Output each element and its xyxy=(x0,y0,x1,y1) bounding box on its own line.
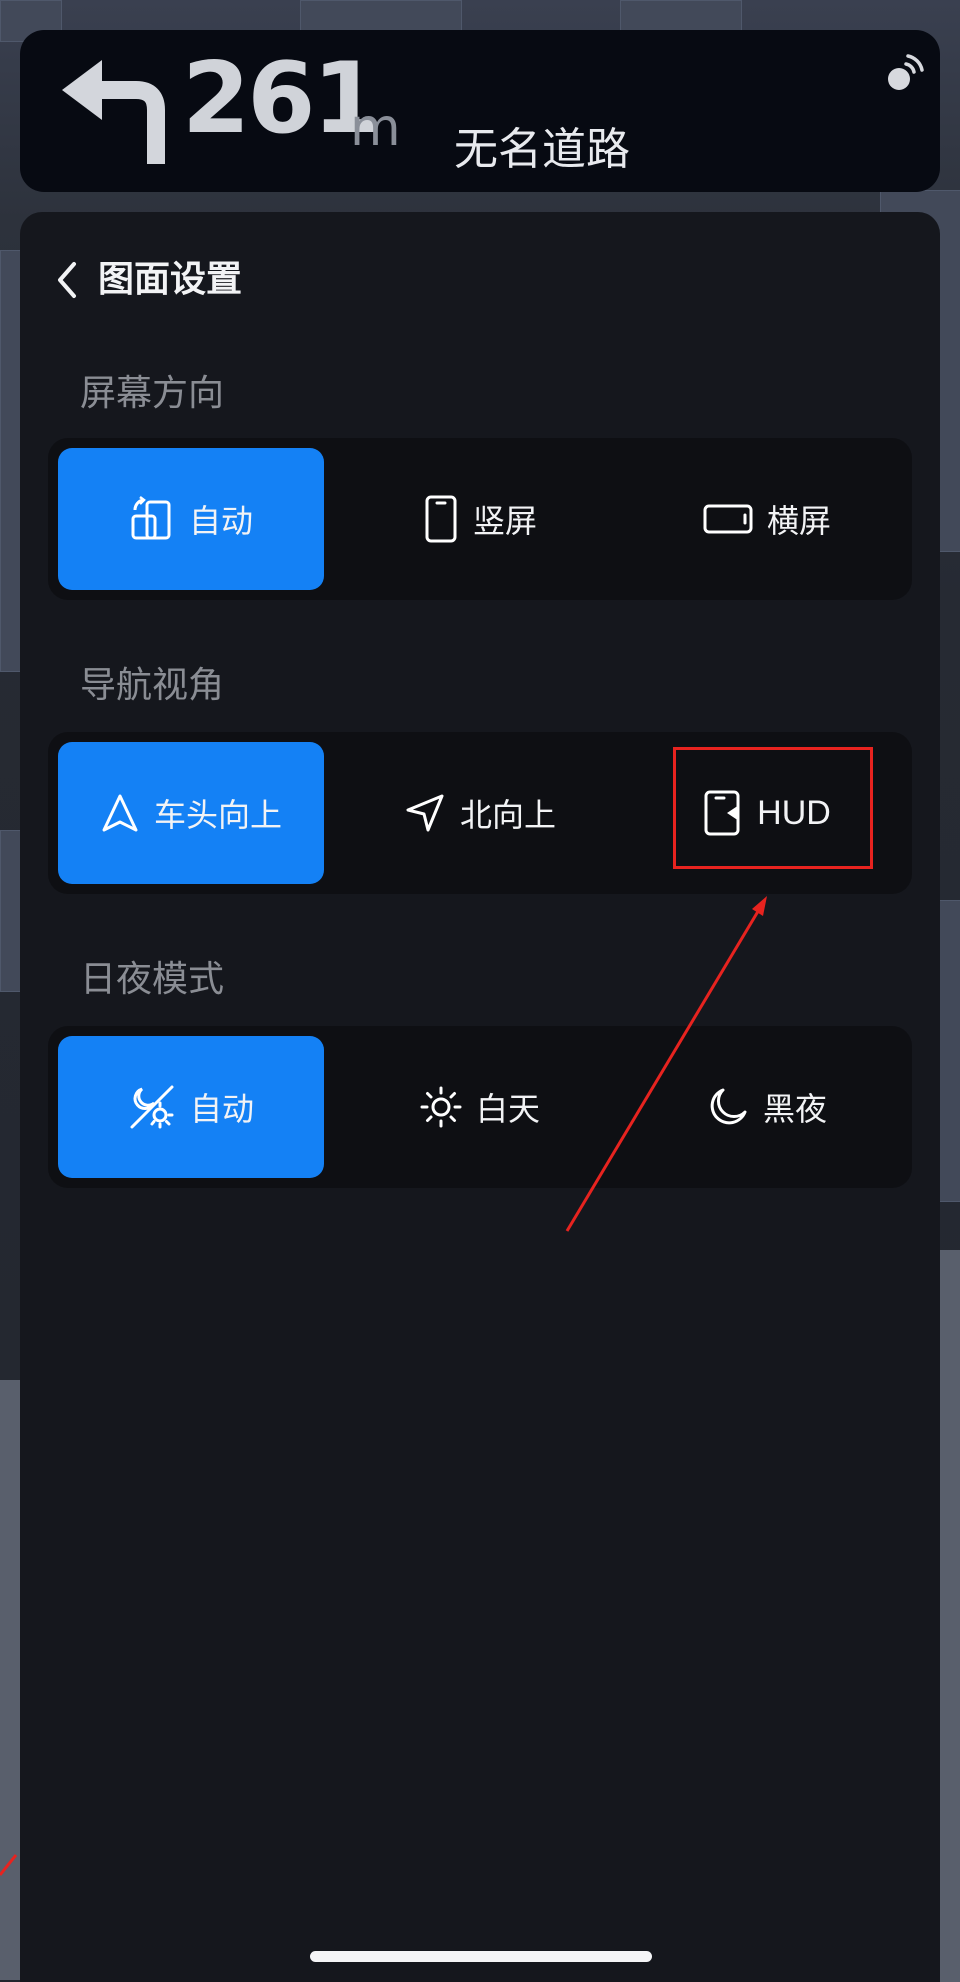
north-up-arrow-icon xyxy=(406,794,444,832)
theme-option-day-label: 白天 xyxy=(475,1090,540,1128)
orientation-option-portrait-label: 竖屏 xyxy=(472,502,537,540)
view-option-north-up[interactable]: 北向上 xyxy=(347,742,613,884)
view-option-hud[interactable]: HUD xyxy=(634,742,900,884)
theme-option-auto-label: 自动 xyxy=(189,1090,254,1128)
sun-icon xyxy=(420,1086,462,1128)
satellite-signal-icon[interactable] xyxy=(884,52,926,94)
theme-option-night[interactable]: 黑夜 xyxy=(634,1036,900,1178)
orientation-option-landscape-label: 横屏 xyxy=(766,502,831,540)
day-night-mode-selector: 自动 白天 黑夜 xyxy=(48,1026,912,1188)
distance-value: 261 xyxy=(182,42,381,156)
section-title-navigation-view: 导航视角 xyxy=(80,665,225,706)
navigation-guidance-banner: 261 m 无名道路 xyxy=(20,30,940,192)
view-option-heading-up[interactable]: 车头向上 xyxy=(58,742,324,884)
theme-option-auto[interactable]: 自动 xyxy=(58,1036,324,1178)
orientation-option-auto-label: 自动 xyxy=(188,502,253,540)
hud-phone-icon xyxy=(704,790,740,836)
back-button[interactable] xyxy=(50,256,86,304)
orientation-option-portrait[interactable]: 竖屏 xyxy=(347,448,613,590)
distance-unit: m xyxy=(350,98,401,158)
turn-left-arrow-icon xyxy=(62,60,165,164)
auto-rotate-icon xyxy=(131,496,171,540)
road-name: 无名道路 xyxy=(454,124,630,175)
theme-option-night-label: 黑夜 xyxy=(762,1090,827,1128)
view-option-hud-label: HUD xyxy=(757,793,831,832)
view-option-heading-up-label: 车头向上 xyxy=(153,796,282,834)
page-title: 图面设置 xyxy=(98,259,243,300)
section-title-day-night-mode: 日夜模式 xyxy=(80,959,225,1000)
portrait-phone-icon xyxy=(425,495,457,543)
heading-up-arrow-icon xyxy=(102,794,138,832)
view-option-north-up-label: 北向上 xyxy=(459,796,556,834)
home-indicator[interactable] xyxy=(310,1951,652,1962)
auto-day-night-icon xyxy=(130,1085,174,1129)
orientation-option-landscape[interactable]: 横屏 xyxy=(634,448,900,590)
screen-orientation-selector: 自动 竖屏 横屏 xyxy=(48,438,912,600)
section-title-screen-orientation: 屏幕方向 xyxy=(80,373,225,414)
theme-option-day[interactable]: 白天 xyxy=(347,1036,613,1178)
landscape-phone-icon xyxy=(703,504,753,534)
orientation-option-auto[interactable]: 自动 xyxy=(58,448,324,590)
moon-icon xyxy=(710,1088,747,1125)
navigation-view-selector: 车头向上 北向上 HUD xyxy=(48,732,912,894)
